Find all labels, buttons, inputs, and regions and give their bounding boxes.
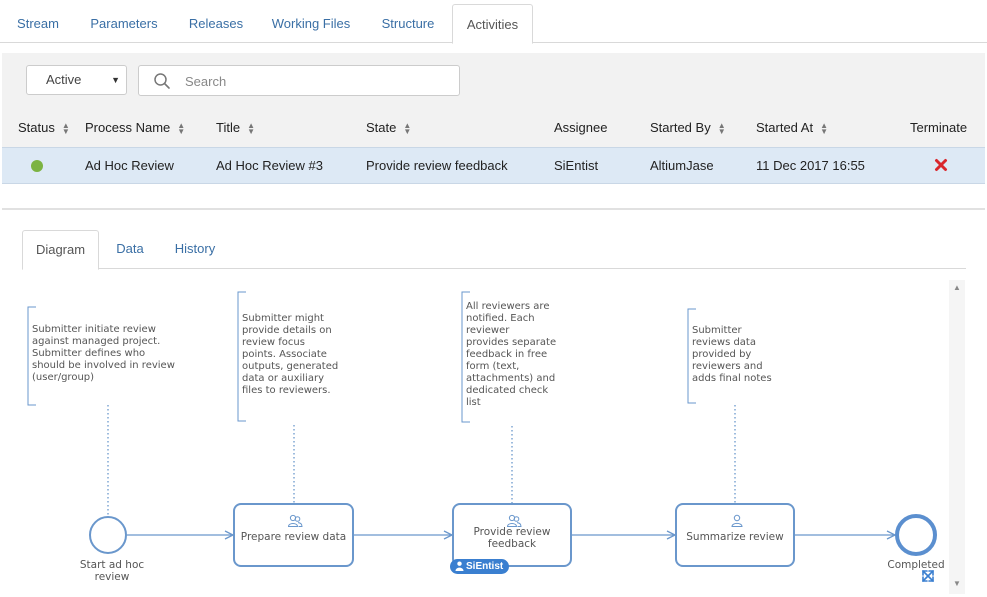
sort-icon: ▲ ▼ — [403, 120, 412, 136]
tab-data[interactable]: Data — [108, 230, 152, 269]
column-label: Started At — [756, 120, 814, 135]
start-event-label: Start ad hoc review — [79, 559, 145, 583]
annotation-note-feedback: All reviewers are notified. Each reviewe… — [466, 301, 557, 408]
user-icon — [455, 561, 464, 571]
table-row[interactable]: Ad Hoc Review Ad Hoc Review #3 Provide r… — [2, 147, 985, 184]
cell-state: Provide review feedback — [366, 158, 508, 173]
tab-history[interactable]: History — [167, 230, 223, 269]
scroll-up-arrow-icon[interactable]: ▲ — [951, 283, 963, 293]
close-icon[interactable] — [934, 158, 948, 172]
assignee-badge: SiEntist — [450, 559, 510, 574]
annotation-note-prepare: Submitter might provide details on revie… — [242, 313, 339, 396]
user-icon — [731, 514, 743, 527]
status-indicator — [31, 160, 43, 172]
column-header-started-by[interactable]: Started By ▲ ▼ — [650, 109, 726, 147]
column-header-state[interactable]: State ▲ ▼ — [366, 109, 411, 147]
cell-started-at: 11 Dec 2017 16:55 — [756, 158, 865, 173]
association-line — [107, 405, 736, 516]
start-event[interactable] — [89, 516, 127, 554]
column-header-assignee: Assignee — [554, 109, 607, 147]
task-prepare-review-data[interactable]: Prepare review data — [233, 503, 354, 567]
assignee-badge-label: SiEntist — [466, 561, 504, 572]
column-label: Status — [18, 120, 55, 135]
sort-icon: ▲ ▼ — [717, 120, 726, 136]
search-box[interactable] — [138, 65, 460, 96]
sort-icon: ▲ ▼ — [247, 120, 255, 136]
column-label: Terminate — [910, 120, 968, 135]
detail-tab-bar: Diagram Data History — [22, 230, 966, 270]
tab-parameters[interactable]: Parameters — [80, 4, 168, 43]
chevron-down-icon: ▼ — [111, 75, 120, 85]
task-label: Prepare review data — [240, 531, 347, 543]
tab-releases[interactable]: Releases — [178, 4, 254, 43]
state-filter-select[interactable]: Active ▼ — [26, 65, 127, 95]
column-label: Title — [216, 120, 241, 135]
tab-diagram[interactable]: Diagram — [22, 230, 99, 270]
task-label: Provide review feedback — [473, 526, 551, 550]
column-label: Started By — [650, 120, 711, 135]
task-provide-review-feedback[interactable]: Provide review feedback — [452, 503, 572, 567]
task-label: Summarize review — [686, 531, 784, 543]
column-label: Process Name — [85, 120, 171, 135]
cell-process-name: Ad Hoc Review — [85, 158, 174, 173]
cell-title: Ad Hoc Review #3 — [216, 158, 323, 173]
cell-assignee: SiEntist — [554, 158, 599, 173]
column-header-status[interactable]: Status ▲ ▼ — [18, 109, 70, 147]
tab-activities[interactable]: Activities — [452, 4, 533, 44]
column-header-terminate: Terminate — [910, 109, 967, 147]
column-label: State — [366, 120, 397, 135]
end-event-label: Completed — [887, 559, 945, 571]
sort-icon: ▲ ▼ — [177, 120, 186, 136]
task-summarize-review[interactable]: Summarize review — [675, 503, 795, 567]
annotation-note-start: Submitter initiate review against manage… — [32, 324, 175, 383]
sort-icon: ▲ ▼ — [61, 120, 70, 136]
tab-structure[interactable]: Structure — [369, 4, 447, 43]
search-input[interactable] — [183, 71, 443, 91]
column-label: Assignee — [554, 120, 608, 135]
diagram-scrollbar[interactable] — [949, 280, 965, 594]
tab-working-files[interactable]: Working Files — [264, 4, 358, 43]
scroll-down-arrow-icon[interactable]: ▼ — [951, 579, 963, 589]
annotation-note-summarize: Submitter reviews data provided by revie… — [692, 325, 772, 384]
top-tab-bar: Stream Parameters Releases Working Files… — [0, 0, 987, 44]
sort-icon: ▲ ▼ — [820, 120, 829, 136]
column-header-process-name[interactable]: Process Name ▲ ▼ — [85, 109, 185, 147]
activities-table-header: Status ▲ ▼ Process Name ▲ ▼ Title ▲ ▼ State ▲ ▼ … — [2, 109, 985, 147]
end-event[interactable] — [895, 514, 937, 556]
process-diagram: Submitter initiate review against manage… — [0, 279, 987, 597]
panel-splitter[interactable] — [2, 208, 985, 210]
filter-bar: Active ▼ — [2, 53, 985, 109]
cell-started-by: AltiumJase — [650, 158, 714, 173]
search-icon — [154, 73, 170, 89]
column-header-title[interactable]: Title ▲ ▼ — [216, 109, 255, 147]
expand-icon[interactable] — [921, 569, 935, 583]
column-header-started-at[interactable]: Started At ▲ ▼ — [756, 109, 828, 147]
users-icon — [287, 514, 303, 527]
state-filter-value: Active — [46, 72, 82, 87]
tab-stream[interactable]: Stream — [5, 4, 71, 43]
